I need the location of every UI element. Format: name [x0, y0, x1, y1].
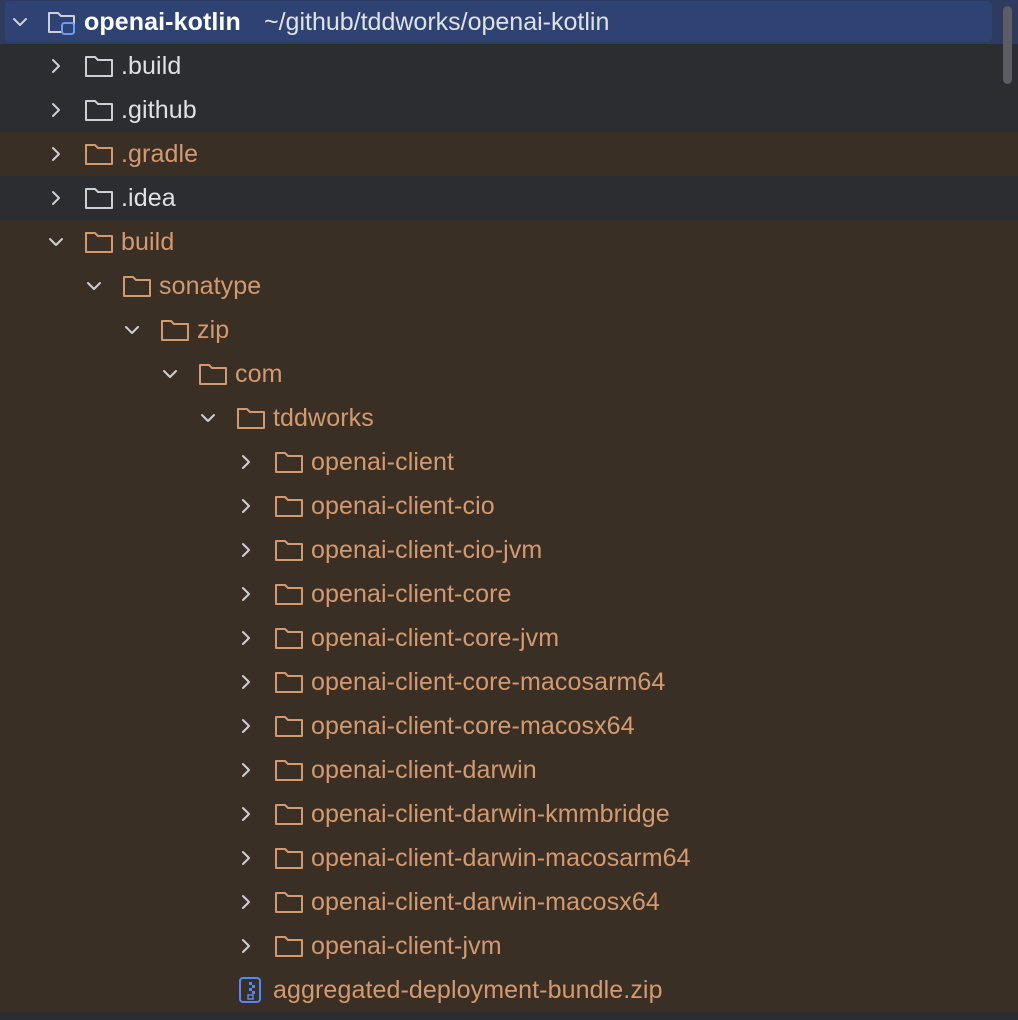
folder-icon [199, 364, 227, 385]
chevron-right-icon[interactable] [236, 452, 256, 472]
chevron-right-icon[interactable] [46, 100, 66, 120]
folder-name: .build [121, 52, 182, 80]
chevron-right-icon[interactable] [236, 496, 256, 516]
folder-name: .github [121, 96, 197, 124]
tree-folder-row[interactable]: openai-client-darwin-kmmbridge [0, 792, 1018, 836]
chevron-down-icon[interactable] [10, 12, 30, 32]
folder-icon [275, 584, 303, 605]
folder-icon [275, 452, 303, 473]
folder-icon [275, 540, 303, 561]
tree-root-row[interactable]: openai-kotlin ~/github/tddworks/openai-k… [0, 0, 1018, 44]
chevron-right-icon[interactable] [236, 584, 256, 604]
tree-folder-row[interactable]: zip [0, 308, 1018, 352]
folder-icon [275, 936, 303, 957]
folder-icon [85, 232, 113, 253]
tree-folder-row[interactable]: com [0, 352, 1018, 396]
tree-folder-row[interactable]: sonatype [0, 264, 1018, 308]
folder-name: com [235, 360, 283, 388]
folder-name: .gradle [121, 140, 199, 168]
tree-folder-row[interactable]: openai-client-jvm [0, 924, 1018, 968]
folder-name: openai-client-jvm [311, 932, 502, 960]
chevron-down-icon[interactable] [160, 364, 180, 384]
tree-folder-row[interactable]: .build [0, 44, 1018, 88]
folder-name: tddworks [273, 404, 374, 432]
chevron-right-icon[interactable] [46, 56, 66, 76]
folder-icon [275, 760, 303, 781]
tree-folder-row[interactable]: openai-client-core-jvm [0, 616, 1018, 660]
folder-icon [123, 276, 151, 297]
file-name: aggregated-deployment-bundle.zip [273, 976, 663, 1004]
folder-name: openai-client-darwin-macosarm64 [311, 844, 691, 872]
folder-icon [275, 628, 303, 649]
folder-icon [85, 188, 113, 209]
folder-name: openai-client-core-macosx64 [311, 712, 635, 740]
tree-folder-row[interactable]: openai-client [0, 440, 1018, 484]
folder-name: openai-client [311, 448, 455, 476]
chevron-right-icon[interactable] [46, 188, 66, 208]
folder-name: openai-client-core-jvm [311, 624, 560, 652]
folder-icon [85, 56, 113, 77]
root-project-name: openai-kotlin [84, 8, 241, 36]
folder-name: .idea [121, 184, 176, 212]
tree-folder-row[interactable]: openai-client-cio [0, 484, 1018, 528]
chevron-down-icon[interactable] [198, 408, 218, 428]
chevron-right-icon[interactable] [236, 672, 256, 692]
folder-icon [275, 804, 303, 825]
tree-folder-row[interactable]: openai-client-darwin-macosx64 [0, 880, 1018, 924]
chevron-right-icon[interactable] [236, 716, 256, 736]
folder-name: openai-client-core [311, 580, 512, 608]
tree-file-row[interactable]: aggregated-deployment-bundle.zip [0, 968, 1018, 1012]
folder-name: sonatype [159, 272, 262, 300]
folder-icon [237, 408, 265, 429]
tree-folder-row[interactable]: openai-client-core-macosarm64 [0, 660, 1018, 704]
folder-name: zip [197, 316, 230, 344]
folder-name: openai-client-darwin-macosx64 [311, 888, 660, 916]
chevron-right-icon[interactable] [236, 628, 256, 648]
folder-name: openai-client-darwin-kmmbridge [311, 800, 670, 828]
folder-icon [85, 100, 113, 121]
folder-icon [275, 716, 303, 737]
module-folder-icon [48, 12, 75, 35]
chevron-down-icon[interactable] [84, 276, 104, 296]
chevron-right-icon[interactable] [236, 892, 256, 912]
root-project-path: ~/github/tddworks/openai-kotlin [264, 8, 610, 36]
vertical-scrollbar[interactable] [1003, 6, 1012, 84]
folder-icon [275, 672, 303, 693]
zip-file-icon [239, 977, 261, 1003]
chevron-right-icon[interactable] [46, 144, 66, 164]
tree-folder-row[interactable]: openai-client-cio-jvm [0, 528, 1018, 572]
tree-folder-row[interactable]: openai-client-darwin-macosarm64 [0, 836, 1018, 880]
chevron-right-icon[interactable] [236, 804, 256, 824]
folder-name: openai-client-cio [311, 492, 495, 520]
chevron-down-icon[interactable] [122, 320, 142, 340]
tree-folder-row[interactable]: tddworks [0, 396, 1018, 440]
folder-name: build [121, 228, 175, 256]
folder-name: openai-client-core-macosarm64 [311, 668, 666, 696]
folder-icon [275, 848, 303, 869]
tree-folder-row[interactable]: .gradle [0, 132, 1018, 176]
folder-icon [85, 144, 113, 165]
chevron-right-icon[interactable] [236, 760, 256, 780]
tree-folder-row[interactable]: .idea [0, 176, 1018, 220]
folder-name: openai-client-darwin [311, 756, 537, 784]
chevron-right-icon[interactable] [236, 848, 256, 868]
folder-icon [275, 496, 303, 517]
chevron-right-icon[interactable] [236, 936, 256, 956]
chevron-right-icon[interactable] [236, 540, 256, 560]
tree-folder-row[interactable]: openai-client-darwin [0, 748, 1018, 792]
folder-icon [275, 892, 303, 913]
folder-icon [161, 320, 189, 341]
folder-name: openai-client-cio-jvm [311, 536, 543, 564]
tree-folder-row[interactable]: openai-client-core [0, 572, 1018, 616]
chevron-down-icon[interactable] [46, 232, 66, 252]
tree-folder-row[interactable]: openai-client-core-macosx64 [0, 704, 1018, 748]
tree-folder-row[interactable]: .github [0, 88, 1018, 132]
project-tree: openai-kotlin ~/github/tddworks/openai-k… [0, 0, 1018, 1020]
tree-folder-row[interactable]: build [0, 220, 1018, 264]
